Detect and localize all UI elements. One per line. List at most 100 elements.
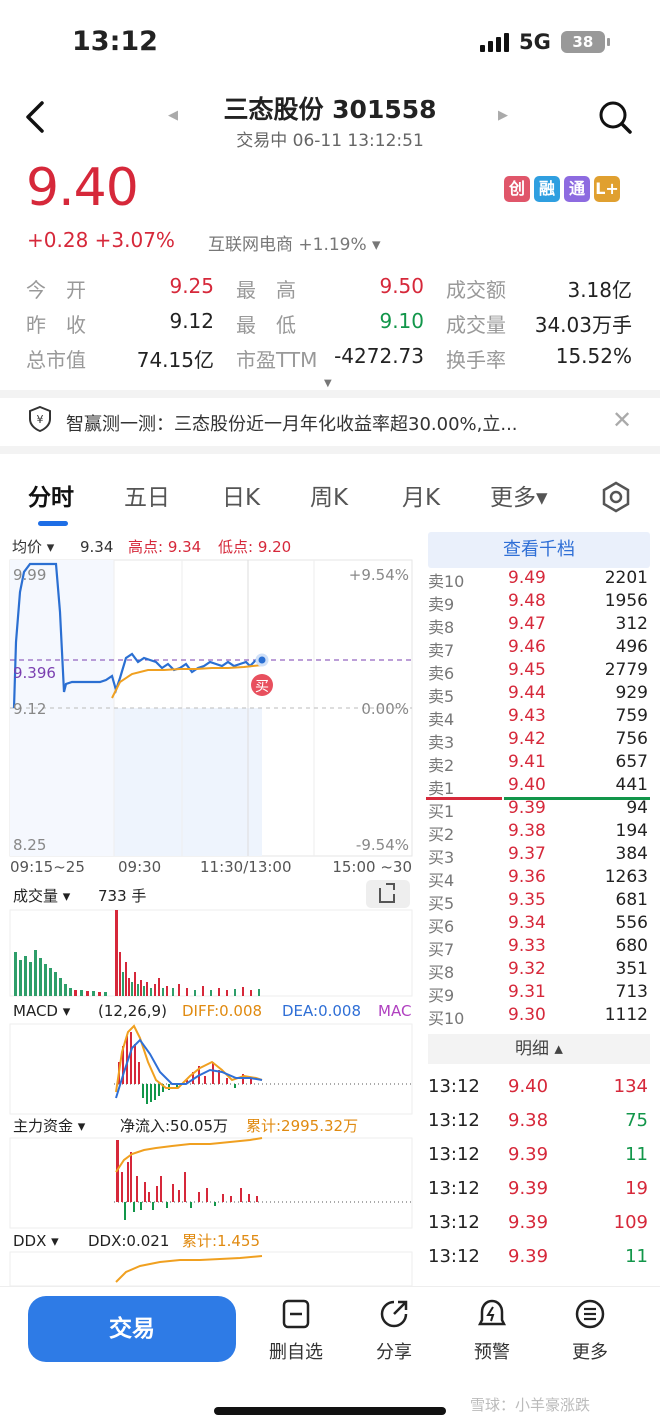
buy-marker-text: 买 — [255, 679, 269, 695]
remove-watchlist-button[interactable]: 删自选 — [256, 1298, 336, 1364]
bid-row: 买10 9.30 1112 — [428, 1005, 648, 1028]
tag-chuang[interactable]: 创 — [504, 176, 530, 202]
stats-grid: 今 开 9.25 最 高 9.50 成交额 3.18亿 昨 收 9.12 最 低… — [26, 274, 636, 379]
stat-volume: 34.03万手 — [534, 313, 632, 337]
x-label: 09:30 — [118, 858, 161, 876]
macd-legend[interactable]: MACD ▾ — [13, 1002, 71, 1020]
tag-rong[interactable]: 融 — [534, 176, 560, 202]
y-avg-label: 9.396 — [13, 664, 56, 682]
search-icon[interactable] — [598, 100, 632, 134]
stat-high: 9.50 — [379, 274, 424, 298]
sector-link[interactable]: 互联网电商 +1.19% ▾ — [208, 230, 381, 255]
divider — [0, 446, 660, 454]
intraday-chart[interactable]: 买 均价 ▾ 9.34 高点: 9.34 低点: 9.20 9.99 9.396… — [0, 532, 420, 1286]
ddx-legend[interactable]: DDX ▾ — [13, 1232, 59, 1250]
stock-title: 三态股份 301558 — [223, 95, 437, 124]
flow-legend[interactable]: 主力资金 ▾ — [13, 1117, 86, 1135]
volume-legend[interactable]: 成交量 ▾ — [13, 887, 71, 905]
svg-text:¥: ¥ — [37, 413, 44, 426]
trade-detail-toggle[interactable]: 明细 ▴ — [428, 1034, 650, 1064]
stat-market-cap: 74.15亿 — [136, 348, 214, 372]
tag-tong[interactable]: 通 — [564, 176, 590, 202]
macd-dea: DEA:0.008 — [282, 1002, 361, 1020]
current-price: 9.40 — [26, 158, 139, 218]
signal-icon — [480, 32, 509, 52]
tab-monthly[interactable]: 月K — [402, 478, 440, 512]
avg-legend[interactable]: 均价 ▾ — [12, 538, 55, 556]
status-time: 13:12 — [72, 26, 158, 57]
chart-tabs: 分时 五日 日K 周K 月K 更多▾ — [0, 478, 660, 518]
trade-row: 13:12 9.38 75 — [428, 1110, 648, 1131]
volume-value: 733 手 — [98, 887, 146, 905]
ddx-total: 累计:1.455 — [182, 1232, 260, 1250]
bid-row: 买4 9.36 1263 — [428, 867, 648, 890]
x-label: 11:30/13:00 — [200, 858, 292, 876]
tab-weekly[interactable]: 周K — [310, 478, 348, 512]
more-icon — [575, 1299, 605, 1329]
stock-tags[interactable]: 创 融 通 L+ — [504, 176, 620, 202]
ask-row: 卖2 9.41 657 — [428, 752, 648, 775]
y-top-label: 9.99 — [13, 566, 46, 584]
bid-row: 买3 9.37 384 — [428, 844, 648, 867]
ask-row: 卖8 9.47 312 — [428, 614, 648, 637]
promo-banner[interactable]: 智赢测一测：三态股份近一月年化收益率超30.00%,立... — [66, 410, 518, 436]
ask-row: 卖6 9.45 2779 — [428, 660, 648, 683]
trade-row: 13:12 9.39 19 — [428, 1178, 648, 1199]
tab-daily[interactable]: 日K — [222, 478, 260, 512]
shield-yen-icon: ¥ — [28, 405, 52, 433]
alert-icon — [477, 1299, 507, 1326]
share-button[interactable]: 分享 — [354, 1298, 434, 1364]
pct-zero-label: 0.00% — [361, 700, 409, 718]
trade-button[interactable]: 交易 — [28, 1296, 236, 1362]
ask-row: 卖1 9.40 441 — [428, 775, 648, 798]
bid-row: 买5 9.35 681 — [428, 890, 648, 913]
expand-stats-icon[interactable]: ▼ — [324, 378, 332, 389]
flow-total: 累计:2995.32万 — [246, 1117, 358, 1135]
bid-row: 买2 9.38 194 — [428, 821, 648, 844]
battery-icon: 38 — [560, 31, 610, 53]
stat-label: 成交量 — [446, 313, 506, 337]
stat-amount: 3.18亿 — [567, 278, 632, 302]
bid-ask-ratio-bar — [426, 797, 650, 800]
stat-label: 市盈TTM — [236, 348, 318, 372]
trade-row: 13:12 9.39 109 — [428, 1212, 648, 1233]
minus-box-icon — [282, 1299, 310, 1329]
avg-legend-value: 9.34 — [80, 538, 113, 556]
current-point — [255, 653, 269, 667]
stat-label: 最 高 — [236, 278, 296, 302]
stat-label: 今 开 — [26, 278, 86, 302]
y-base-label: 9.12 — [13, 700, 46, 718]
stat-low: 9.10 — [379, 309, 424, 333]
ddx-value: DDX:0.021 — [88, 1232, 169, 1250]
tab-more[interactable]: 更多▾ — [490, 478, 548, 512]
tab-intraday[interactable]: 分时 — [28, 478, 74, 512]
bid-row: 买7 9.33 680 — [428, 936, 648, 959]
trading-status: 交易中 06-11 13:12:51 — [236, 131, 424, 151]
pct-top-label: +9.54% — [349, 566, 409, 584]
price-area-fill — [114, 708, 262, 856]
ask-row: 卖10 9.49 2201 — [428, 568, 648, 591]
next-stock-icon[interactable]: ▶ — [498, 108, 508, 123]
macd-params: (12,26,9) — [98, 1002, 167, 1020]
stat-pe: -4272.73 — [334, 344, 424, 368]
toolbar-label: 预警 — [474, 1342, 510, 1363]
ask-row: 卖9 9.48 1956 — [428, 591, 648, 614]
x-label: 15:00 ~30 — [332, 858, 412, 876]
stat-label: 总市值 — [26, 348, 86, 372]
trade-row: 13:12 9.40 134 — [428, 1076, 648, 1097]
home-indicator[interactable] — [214, 1407, 446, 1415]
tag-level2[interactable]: L+ — [594, 176, 620, 202]
share-icon — [380, 1300, 408, 1328]
more-button[interactable]: 更多 — [550, 1298, 630, 1364]
settings-icon[interactable] — [600, 481, 632, 513]
close-icon[interactable]: ✕ — [612, 406, 632, 434]
flow-net: 净流入:50.05万 — [120, 1117, 228, 1135]
view-full-depth-button[interactable]: 查看千档 — [428, 532, 650, 568]
toolbar-label: 更多 — [572, 1342, 608, 1363]
low-legend: 低点: 9.20 — [218, 538, 291, 556]
bid-row: 买8 9.32 351 — [428, 959, 648, 982]
alert-button[interactable]: 预警 — [452, 1298, 532, 1364]
tab-five-day[interactable]: 五日 — [124, 478, 170, 512]
stat-label: 换手率 — [446, 348, 506, 372]
trade-row: 13:12 9.39 11 — [428, 1246, 648, 1267]
